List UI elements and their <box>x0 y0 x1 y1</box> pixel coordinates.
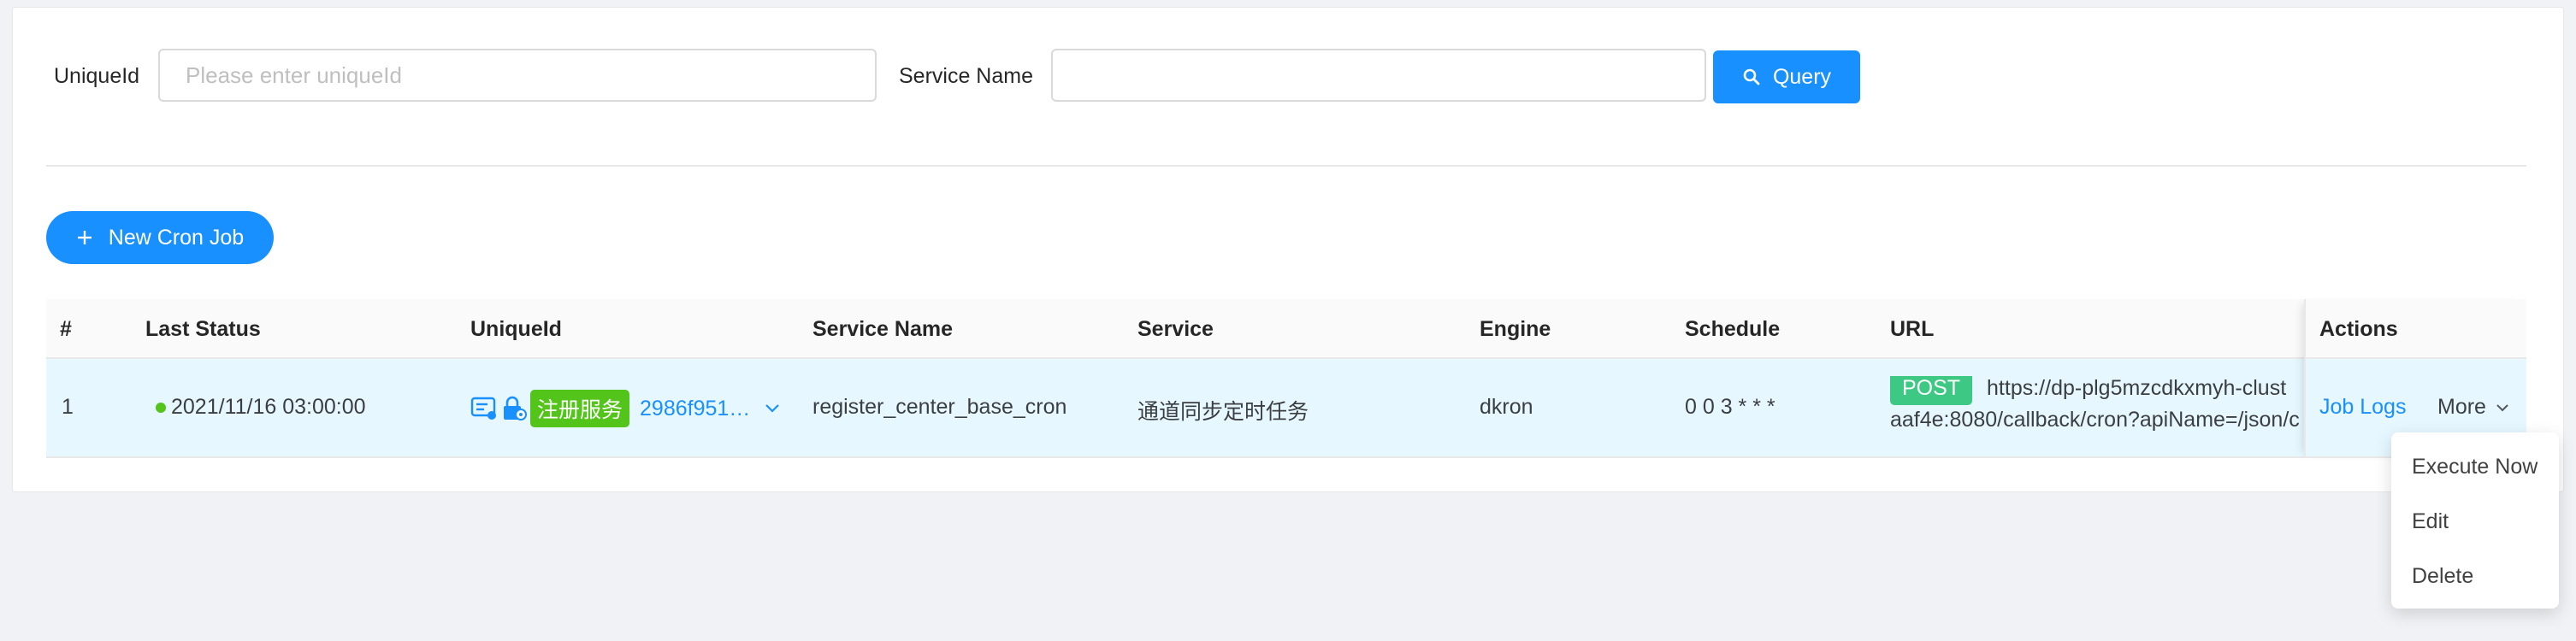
menu-item-delete[interactable]: Delete <box>2412 564 2473 589</box>
row-engine: dkron <box>1480 395 1533 419</box>
filter-divider <box>46 165 2526 167</box>
plus-icon <box>77 231 92 244</box>
row-schedule: 0 0 3 * * * <box>1685 395 1775 419</box>
more-dropdown-trigger[interactable]: More <box>2437 395 2510 420</box>
header-schedule: Schedule <box>1685 317 1781 341</box>
actions-header-cell: Actions <box>2306 299 2526 359</box>
row-service: 通道同步定时任务 <box>1137 400 1309 424</box>
status-success-dot <box>156 403 166 414</box>
url-line-1: https://dp-plg5mzcdkxmyh-clust <box>1987 376 2287 400</box>
service-card-icon <box>470 397 496 420</box>
header-engine: Engine <box>1480 317 1551 341</box>
last-status-text: 2021/11/16 03:00:00 <box>171 395 366 419</box>
service-tag: 注册服务 <box>530 390 630 427</box>
menu-item-execute-now[interactable]: Execute Now <box>2412 455 2538 479</box>
table-header: # Last Status UniqueId Service Name Serv… <box>46 299 2526 359</box>
row-index: 1 <box>62 395 74 419</box>
method-post-tag: POST <box>1890 376 1973 405</box>
new-cron-job-button[interactable]: New Cron Job <box>46 211 274 264</box>
header-service-name: Service Name <box>812 317 954 341</box>
table-row[interactable]: 1 2021/11/16 03:00:00 注册服务 2986f951… reg… <box>46 359 2526 458</box>
row-unique-id-cell: 注册服务 2986f951… <box>470 390 781 427</box>
menu-item-edit[interactable]: Edit <box>2412 509 2449 534</box>
chevron-down-icon[interactable] <box>764 403 781 415</box>
more-label: More <box>2437 395 2486 419</box>
unique-id-input[interactable] <box>158 49 877 102</box>
chevron-down-icon <box>2496 403 2508 411</box>
new-cron-job-label: New Cron Job <box>108 225 245 250</box>
search-icon <box>1743 68 1760 85</box>
query-button-label: Query <box>1772 64 1832 89</box>
service-name-input[interactable] <box>1051 49 1706 102</box>
unique-id-link[interactable]: 2986f951… <box>640 397 750 421</box>
header-url: URL <box>1890 317 1935 341</box>
lock-icon <box>504 396 527 420</box>
job-logs-link[interactable]: Job Logs <box>2319 395 2406 420</box>
unique-id-label: UniqueId <box>54 64 140 88</box>
row-last-status: 2021/11/16 03:00:00 <box>156 395 366 420</box>
service-name-label: Service Name <box>899 64 1033 88</box>
header-last-status: Last Status <box>145 317 261 341</box>
header-service: Service <box>1137 317 1214 341</box>
row-url-cell: POST https://dp-plg5mzcdkxmyh-clust aaf4… <box>1890 376 2350 444</box>
query-button[interactable]: Query <box>1713 50 1860 103</box>
header-unique-id: UniqueId <box>470 317 562 341</box>
more-dropdown-menu: Execute Now Edit Delete <box>2391 432 2559 609</box>
header-index: # <box>60 317 72 341</box>
url-line-2: aaf4e:8080/callback/cron?apiName=/json/c <box>1890 408 2300 432</box>
header-actions: Actions <box>2319 317 2398 341</box>
row-service-name: register_center_base_cron <box>812 395 1067 419</box>
